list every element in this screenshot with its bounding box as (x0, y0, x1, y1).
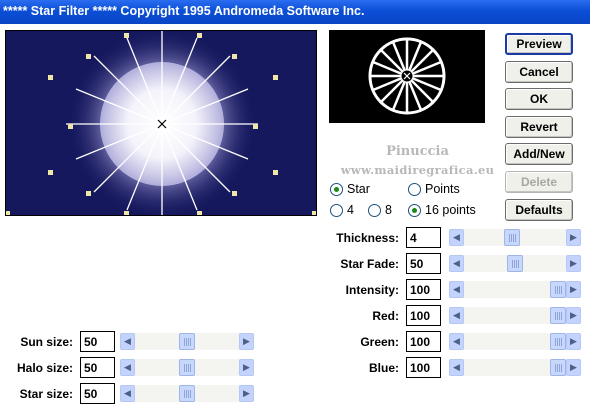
blue-slider[interactable]: ◀ ▶ (449, 359, 581, 376)
green-slider-thumb[interactable] (550, 333, 566, 350)
halo-size-field[interactable]: 50 (80, 357, 115, 378)
star-shape-preview (329, 30, 485, 123)
blue-label: Blue: (369, 361, 399, 375)
watermark-name: Pinuccia (386, 144, 449, 159)
chevron-right-icon[interactable]: ▶ (239, 333, 254, 350)
star-wheel-icon (368, 37, 446, 115)
star-size-field[interactable]: 50 (80, 383, 115, 404)
radio-star-label: Star (347, 182, 370, 196)
green-field[interactable]: 100 (406, 331, 441, 352)
green-label: Green: (360, 335, 399, 349)
delete-button: Delete (505, 171, 573, 193)
defaults-button[interactable]: Defaults (505, 199, 573, 221)
add-new-button[interactable]: Add/New (505, 143, 573, 165)
sun-size-field[interactable]: 50 (80, 331, 115, 352)
star-fade-slider[interactable]: ◀ ▶ (449, 255, 581, 272)
chevron-left-icon[interactable]: ◀ (449, 359, 464, 376)
star-fade-label: Star Fade: (340, 257, 399, 271)
thickness-slider[interactable]: ◀ ▶ (449, 229, 581, 246)
radio-16-points[interactable]: 16 points (408, 203, 476, 217)
chevron-right-icon[interactable]: ▶ (239, 385, 254, 402)
chevron-left-icon[interactable]: ◀ (449, 281, 464, 298)
star-size-slider[interactable]: ◀ ▶ (120, 385, 254, 402)
radio-points[interactable]: Points (408, 182, 460, 196)
radio-points-dot[interactable] (408, 182, 421, 196)
halo-size-label: Halo size: (16, 361, 73, 375)
radio-16-dot[interactable] (408, 203, 421, 217)
intensity-field[interactable]: 100 (406, 279, 441, 300)
chevron-left-icon[interactable]: ◀ (120, 359, 135, 376)
watermark-url: www.maidiregrafica.eu (340, 163, 495, 177)
thickness-field[interactable]: 4 (406, 227, 441, 248)
radio-8-label: 8 (385, 203, 392, 217)
red-label: Red: (372, 309, 399, 323)
chevron-right-icon[interactable]: ▶ (566, 281, 581, 298)
intensity-label: Intensity: (345, 283, 399, 297)
chevron-right-icon[interactable]: ▶ (566, 255, 581, 272)
red-field[interactable]: 100 (406, 305, 441, 326)
halo-size-slider[interactable]: ◀ ▶ (120, 359, 254, 376)
blue-field[interactable]: 100 (406, 357, 441, 378)
radio-16-label: 16 points (425, 203, 476, 217)
star-preview-graphic (6, 31, 316, 215)
radio-points-label: Points (425, 182, 460, 196)
star-size-label: Star size: (19, 387, 73, 401)
cancel-button[interactable]: Cancel (505, 61, 573, 83)
radio-8-points[interactable]: 8 (368, 203, 392, 217)
red-slider[interactable]: ◀ ▶ (449, 307, 581, 324)
halo-size-slider-thumb[interactable] (179, 359, 195, 376)
chevron-left-icon[interactable]: ◀ (449, 307, 464, 324)
chevron-right-icon[interactable]: ▶ (566, 307, 581, 324)
sun-size-slider[interactable]: ◀ ▶ (120, 333, 254, 350)
revert-button[interactable]: Revert (505, 116, 573, 138)
radio-4-points[interactable]: 4 (330, 203, 354, 217)
radio-4-label: 4 (347, 203, 354, 217)
preview-button[interactable]: Preview (505, 33, 573, 55)
radio-star[interactable]: Star (330, 182, 370, 196)
chevron-left-icon[interactable]: ◀ (449, 255, 464, 272)
sun-size-label: Sun size: (20, 335, 73, 349)
thickness-slider-thumb[interactable] (504, 229, 520, 246)
blue-slider-thumb[interactable] (550, 359, 566, 376)
chevron-left-icon[interactable]: ◀ (120, 385, 135, 402)
ok-button[interactable]: OK (505, 88, 573, 110)
green-slider[interactable]: ◀ ▶ (449, 333, 581, 350)
thickness-label: Thickness: (336, 231, 399, 245)
chevron-left-icon[interactable]: ◀ (120, 333, 135, 350)
sun-size-slider-thumb[interactable] (179, 333, 195, 350)
window-title: ***** Star Filter ***** Copyright 1995 A… (3, 4, 365, 18)
watermark: Pinuccia www.maidiregrafica.eu (330, 142, 505, 180)
chevron-right-icon[interactable]: ▶ (566, 229, 581, 246)
title-bar: ***** Star Filter ***** Copyright 1995 A… (0, 0, 590, 24)
intensity-slider[interactable]: ◀ ▶ (449, 281, 581, 298)
star-fade-slider-thumb[interactable] (507, 255, 523, 272)
star-fade-field[interactable]: 50 (406, 253, 441, 274)
chevron-right-icon[interactable]: ▶ (566, 359, 581, 376)
radio-star-dot[interactable] (330, 182, 343, 196)
chevron-left-icon[interactable]: ◀ (449, 229, 464, 246)
radio-4-dot[interactable] (330, 203, 343, 217)
chevron-left-icon[interactable]: ◀ (449, 333, 464, 350)
red-slider-thumb[interactable] (550, 307, 566, 324)
star-size-slider-thumb[interactable] (179, 385, 195, 402)
main-preview[interactable] (5, 30, 317, 216)
radio-8-dot[interactable] (368, 203, 381, 217)
chevron-right-icon[interactable]: ▶ (566, 333, 581, 350)
intensity-slider-thumb[interactable] (550, 281, 566, 298)
chevron-right-icon[interactable]: ▶ (239, 359, 254, 376)
